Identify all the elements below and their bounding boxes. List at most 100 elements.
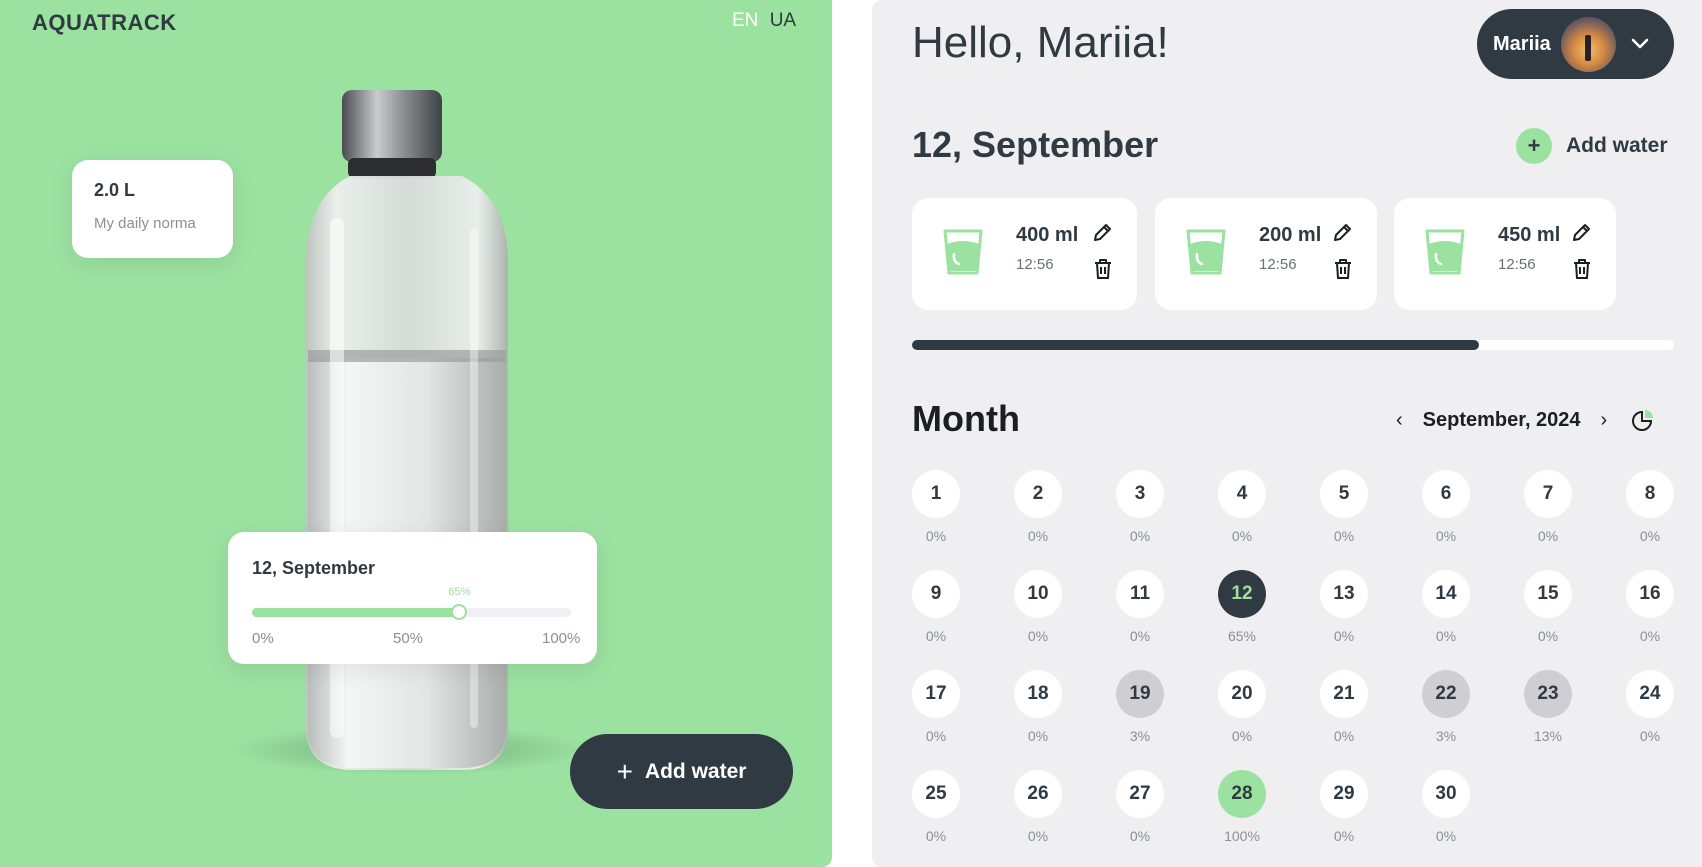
calendar-day[interactable]: 22 3% [1421, 670, 1471, 744]
calendar-day-percent: 100% [1224, 828, 1260, 844]
calendar-day-number: 1 [912, 470, 960, 518]
calendar-day-percent: 0% [925, 728, 947, 744]
calendar-day-number: 25 [912, 770, 960, 818]
trash-icon[interactable] [1572, 258, 1592, 280]
calendar-day-number: 9 [912, 570, 960, 618]
calendar-day-percent: 0% [925, 828, 947, 844]
month-navigator: ‹ September, 2024 › [1396, 408, 1655, 432]
calendar-day[interactable]: 7 0% [1523, 470, 1573, 544]
month-label: September, 2024 [1422, 408, 1581, 431]
glass-icon [943, 229, 983, 275]
calendar-day[interactable]: 16 0% [1625, 570, 1675, 644]
calendar-day[interactable]: 23 13% [1523, 670, 1573, 744]
calendar-day[interactable]: 19 3% [1115, 670, 1165, 744]
calendar-day-percent: 0% [1639, 628, 1661, 644]
calendar-day-percent: 0% [1027, 528, 1049, 544]
calendar-day-percent: 0% [1333, 528, 1355, 544]
progress-track: 65% [252, 586, 571, 620]
calendar-day-number: 16 [1626, 570, 1674, 618]
calendar-day-percent: 0% [1027, 728, 1049, 744]
calendar-day[interactable]: 21 0% [1319, 670, 1369, 744]
calendar-day[interactable]: 3 0% [1115, 470, 1165, 544]
calendar-day[interactable]: 17 0% [911, 670, 961, 744]
calendar-day[interactable]: 1 0% [911, 470, 961, 544]
calendar-day-percent: 3% [1435, 728, 1457, 744]
calendar-day[interactable]: 24 0% [1625, 670, 1675, 744]
trash-icon[interactable] [1333, 258, 1353, 280]
logo[interactable]: AQUATRACK [32, 10, 177, 36]
scale-label-min: 0% [252, 630, 274, 647]
lang-en-button[interactable]: EN [732, 10, 758, 31]
calendar-day[interactable]: 9 0% [911, 570, 961, 644]
daily-norma-label: My daily norma [94, 215, 196, 232]
calendar-day-percent: 0% [1435, 628, 1457, 644]
calendar-day[interactable]: 26 0% [1013, 770, 1063, 844]
calendar-day-percent: 0% [925, 528, 947, 544]
calendar-day[interactable]: 13 0% [1319, 570, 1369, 644]
calendar-day-percent: 0% [1027, 828, 1049, 844]
calendar-day[interactable]: 14 0% [1421, 570, 1471, 644]
prev-month-icon[interactable]: ‹ [1396, 409, 1403, 432]
calendar-day[interactable]: 2 0% [1013, 470, 1063, 544]
glass-icon [1425, 229, 1465, 275]
daily-progress-fill [912, 340, 1479, 350]
daily-progress-bar [912, 340, 1674, 350]
trash-icon[interactable] [1093, 258, 1113, 280]
edit-icon[interactable] [1570, 222, 1592, 244]
plus-icon: + [1516, 128, 1552, 164]
calendar-day[interactable]: 28 100% [1217, 770, 1267, 844]
calendar-day[interactable]: 29 0% [1319, 770, 1369, 844]
calendar-day-percent: 0% [925, 628, 947, 644]
avatar [1560, 16, 1616, 72]
calendar-day[interactable]: 20 0% [1217, 670, 1267, 744]
calendar-day[interactable]: 4 0% [1217, 470, 1267, 544]
calendar-day-percent: 0% [1537, 528, 1559, 544]
next-month-icon[interactable]: › [1601, 409, 1608, 432]
calendar-day[interactable]: 8 0% [1625, 470, 1675, 544]
calendar-day[interactable]: 15 0% [1523, 570, 1573, 644]
calendar-day[interactable]: 30 0% [1421, 770, 1471, 844]
calendar-day[interactable]: 6 0% [1421, 470, 1471, 544]
calendar-day-number: 17 [912, 670, 960, 718]
calendar-day-percent: 0% [1231, 528, 1253, 544]
calendar-day-percent: 0% [1333, 828, 1355, 844]
entry-amount: 200 ml [1259, 224, 1322, 246]
calendar-day-number: 4 [1218, 470, 1266, 518]
calendar-day-number: 27 [1116, 770, 1164, 818]
calendar-day-number: 18 [1014, 670, 1062, 718]
daily-norma-value: 2.0 L [94, 180, 136, 200]
calendar-day-number: 7 [1524, 470, 1572, 518]
calendar-day[interactable]: 18 0% [1013, 670, 1063, 744]
user-name: Mariia [1493, 32, 1551, 55]
calendar-day-percent: 0% [1333, 628, 1355, 644]
today-progress-card: 12, September 65% 0% 50% 100% [228, 532, 597, 664]
entry-time: 12:56 [1498, 256, 1536, 273]
calendar-day-number: 11 [1116, 570, 1164, 618]
add-water-link[interactable]: + Add water [1516, 128, 1668, 164]
calendar-day-number: 28 [1218, 770, 1266, 818]
calendar-day[interactable]: 11 0% [1115, 570, 1165, 644]
water-bottle-image [306, 90, 508, 770]
lang-ua-button[interactable]: UA [770, 10, 796, 31]
edit-icon[interactable] [1331, 222, 1353, 244]
calendar-day[interactable]: 5 0% [1319, 470, 1369, 544]
pie-chart-icon[interactable] [1631, 408, 1655, 432]
calendar-day[interactable]: 27 0% [1115, 770, 1165, 844]
user-menu-button[interactable]: Mariia [1477, 9, 1674, 79]
progress-knob[interactable] [451, 604, 468, 620]
water-entries-list: 400 ml 12:56 200 ml 12:56 450 ml 12:56 [912, 198, 1674, 310]
calendar-day[interactable]: 25 0% [911, 770, 961, 844]
calendar-day[interactable]: 12 65% [1217, 570, 1267, 644]
calendar-day-percent: 0% [1435, 528, 1457, 544]
calendar-day-number: 24 [1626, 670, 1674, 718]
daily-norma-card: 2.0 L My daily norma [72, 160, 233, 258]
calendar-day-percent: 0% [1435, 828, 1457, 844]
month-calendar: 1 0% 2 0% 3 0% 4 0% 5 0% 6 0% 7 0% 8 0% 9 0% 10 0% 11 0% 12 65%… [912, 470, 1674, 860]
hero-panel: AQUATRACK EN UA 2.0 L My daily norma 12,… [0, 0, 832, 867]
calendar-day-number: 26 [1014, 770, 1062, 818]
calendar-day-percent: 0% [1129, 628, 1151, 644]
calendar-day[interactable]: 10 0% [1013, 570, 1063, 644]
edit-icon[interactable] [1091, 222, 1113, 244]
calendar-day-number: 14 [1422, 570, 1470, 618]
add-water-button[interactable]: + Add water [570, 734, 793, 809]
